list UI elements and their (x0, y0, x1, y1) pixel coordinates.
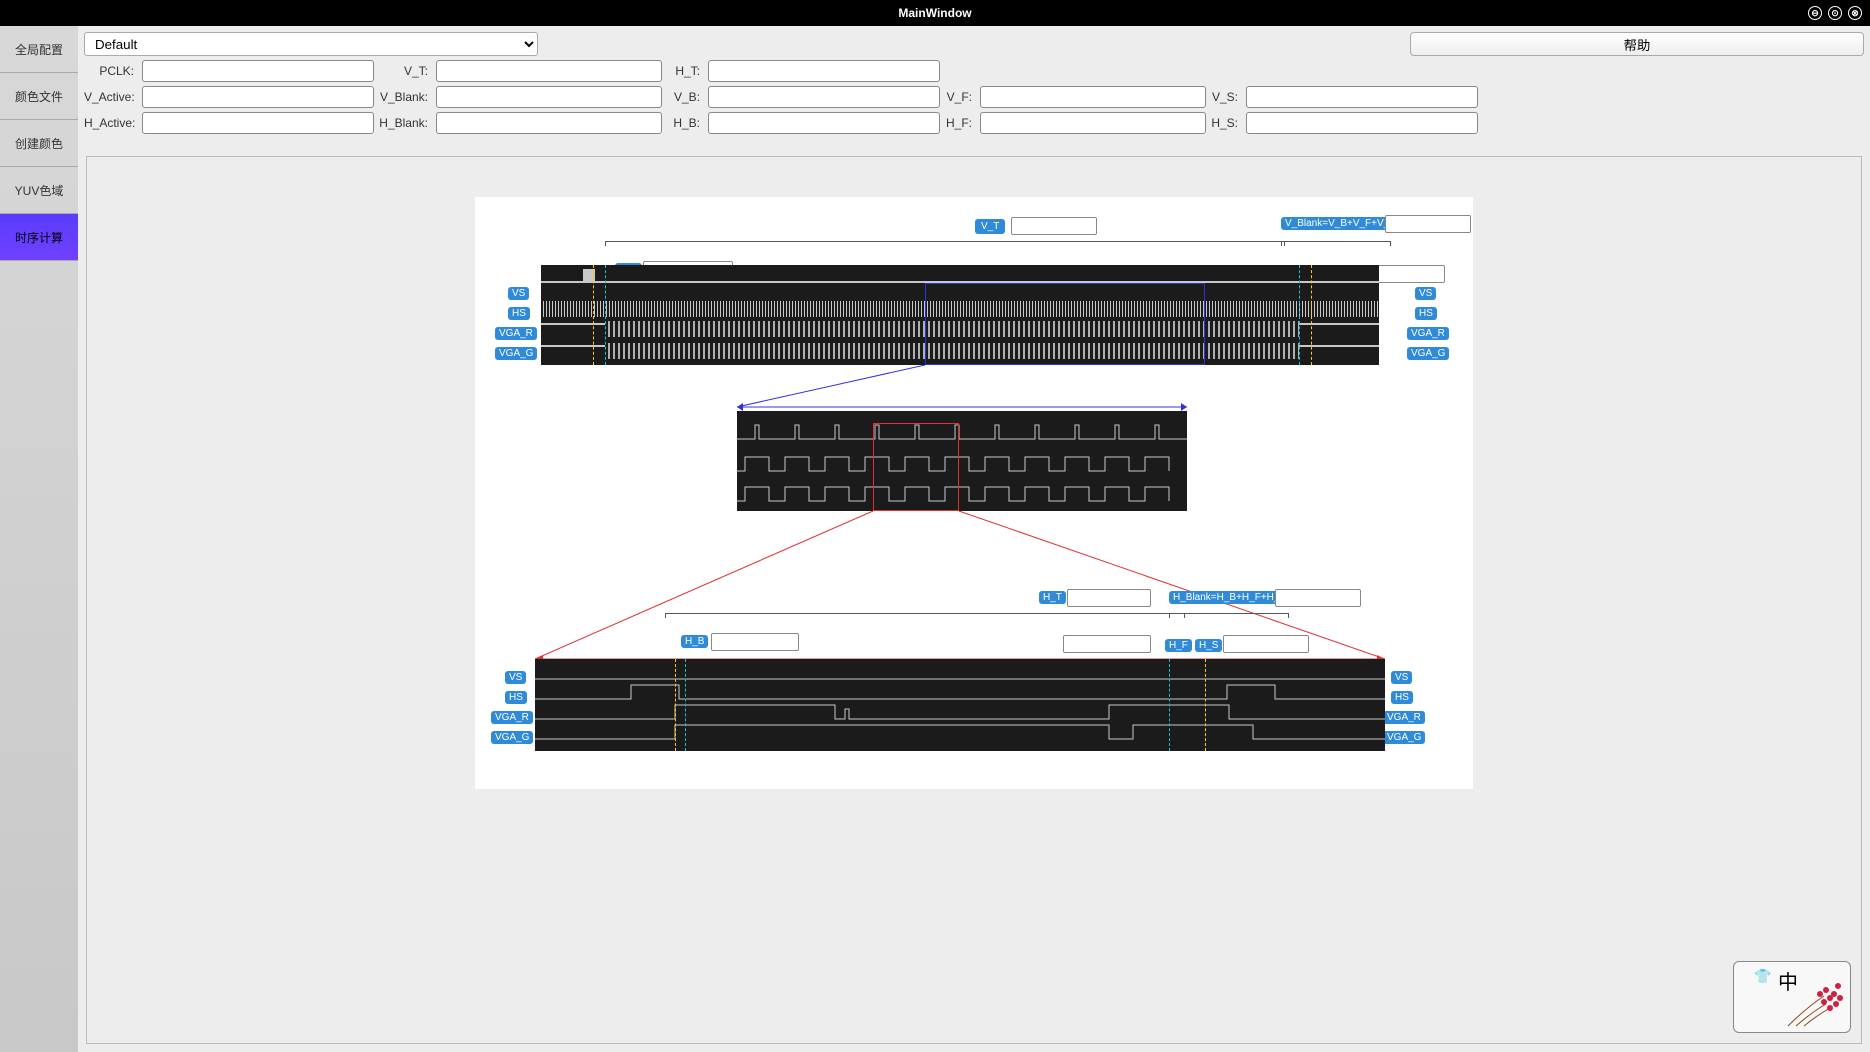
tab-create-color[interactable]: 创建颜色 (0, 120, 78, 167)
input-vblank[interactable] (436, 86, 662, 108)
input-vt[interactable] (436, 60, 662, 82)
sig-top-right-hs: HS (1415, 307, 1437, 320)
label-pclk: PCLK: (84, 64, 138, 78)
tab-color-file[interactable]: 颜色文件 (0, 73, 78, 120)
label-vblank: V_Blank: (378, 90, 432, 104)
sidebar: 全局配置 颜色文件 创建颜色 YUV色域 时序计算 (0, 26, 78, 1052)
parameter-form: Default 帮助 PCLK: V_T: H_T: V_Active: V_B… (78, 26, 1870, 156)
tab-yuv-gamut[interactable]: YUV色域 (0, 167, 78, 214)
label-hblank: H_Blank: (378, 116, 432, 130)
hbox-hs[interactable] (1223, 635, 1309, 653)
tab-timing-calc[interactable]: 时序计算 (0, 214, 78, 261)
sig-bot-left-vgag: VGA_G (491, 731, 533, 744)
help-button[interactable]: 帮助 (1410, 32, 1864, 56)
sig-bot-right-vgar: VGA_R (1383, 711, 1425, 724)
label-hactive: H_Active: (84, 116, 138, 130)
input-hs[interactable] (1246, 112, 1478, 134)
input-hb[interactable] (708, 112, 940, 134)
timing-diagram: V_T V_Blank=V_B+V_F+V_S V_B V_F V_S V (475, 197, 1473, 789)
sig-bot-right-vgag: VGA_G (1383, 731, 1425, 744)
sig-top-right-vs: VS (1415, 287, 1436, 300)
label-hb: H_B: (666, 116, 704, 130)
watermark-badge: 👕 中 (1733, 961, 1851, 1033)
minimize-icon[interactable]: ⊖ (1808, 6, 1822, 20)
input-hblank[interactable] (436, 112, 662, 134)
vbox-vblank[interactable] (1385, 215, 1471, 233)
label-ht: H_T: (666, 64, 704, 78)
tag-hb: H_B (681, 635, 708, 648)
tag-vblank-eq: V_Blank=V_B+V_F+V_S (1281, 217, 1400, 230)
hbox-ht[interactable] (1067, 589, 1151, 607)
input-vf[interactable] (980, 86, 1206, 108)
titlebar: MainWindow ⊖ ⊙ ⊗ (0, 0, 1870, 26)
label-hs: H_S: (1210, 116, 1242, 130)
brace-vt (605, 241, 1285, 245)
tag-hs: H_S (1195, 639, 1222, 652)
blossom-icon (1786, 978, 1846, 1028)
input-ht[interactable] (708, 60, 940, 82)
brace-ht (665, 613, 1185, 617)
sig-bot-left-vs: VS (505, 671, 526, 684)
tag-vt: V_T (975, 219, 1005, 234)
sig-bot-left-vgar: VGA_R (491, 711, 533, 724)
top-zoom-region (925, 283, 1205, 365)
window-title: MainWindow (898, 6, 971, 20)
tab-global-config[interactable]: 全局配置 (0, 26, 78, 73)
sig-bot-right-hs: HS (1391, 691, 1413, 704)
vbox-vt[interactable] (1011, 217, 1097, 235)
maximize-icon[interactable]: ⊙ (1828, 6, 1842, 20)
input-vactive[interactable] (142, 86, 374, 108)
hbox-hf-in[interactable] (1063, 635, 1151, 653)
label-vactive: V_Active: (84, 90, 138, 104)
mid-zoom-region (873, 423, 959, 511)
zoom-triangle-blue (737, 365, 1187, 411)
sig-top-left-hs: HS (508, 307, 530, 320)
sig-top-left-vgag: VGA_G (495, 347, 537, 360)
tag-hf: H_F (1165, 639, 1192, 652)
hbox-hblank[interactable] (1275, 589, 1361, 607)
brace-vblank (1281, 241, 1391, 245)
label-vb: V_B: (666, 90, 704, 104)
preset-select[interactable]: Default (84, 32, 538, 56)
sig-top-left-vs: VS (508, 287, 529, 300)
tag-ht: H_T (1039, 591, 1066, 604)
sig-top-right-vgag: VGA_G (1407, 347, 1449, 360)
label-vs: V_S: (1210, 90, 1242, 104)
diagram-viewport: V_T V_Blank=V_B+V_F+V_S V_B V_F V_S V (86, 156, 1862, 1044)
input-pclk[interactable] (142, 60, 374, 82)
label-vt: V_T: (378, 64, 432, 78)
close-icon[interactable]: ⊗ (1848, 6, 1862, 20)
sig-top-left-vgar: VGA_R (495, 327, 537, 340)
tag-hblank-eq: H_Blank=H_B+H_F+H_S (1169, 591, 1290, 604)
label-hf: H_F: (944, 116, 976, 130)
sig-bot-left-hs: HS (505, 691, 527, 704)
input-vb[interactable] (708, 86, 940, 108)
brace-hblank (1169, 613, 1289, 617)
input-hf[interactable] (980, 112, 1206, 134)
label-vf: V_F: (944, 90, 976, 104)
input-hactive[interactable] (142, 112, 374, 134)
sig-top-right-vgar: VGA_R (1407, 327, 1449, 340)
hbox-hb[interactable] (711, 633, 799, 651)
sig-bot-right-vs: VS (1391, 671, 1412, 684)
input-vs[interactable] (1246, 86, 1478, 108)
